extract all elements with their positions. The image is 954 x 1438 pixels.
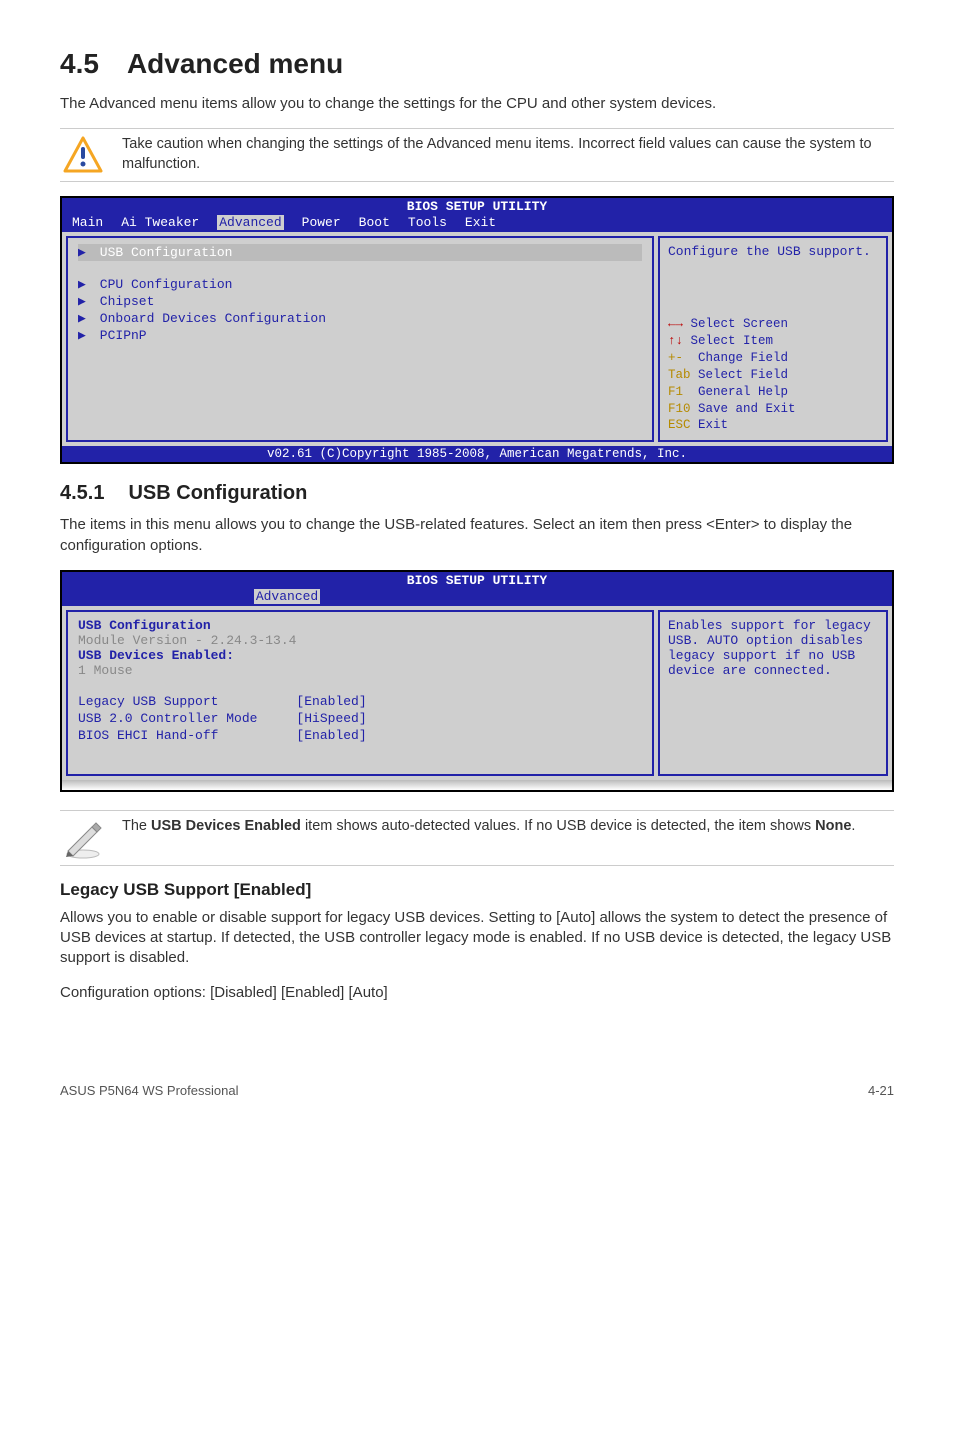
info-text-part: . — [851, 818, 855, 834]
bios-title: BIOS SETUP UTILITY — [62, 198, 892, 215]
option-description: Allows you to enable or disable support … — [60, 908, 894, 969]
bios-menu-item: Boot — [359, 215, 390, 230]
bios-screenshot-usb: BIOS SETUP UTILITY Advanced USB Configur… — [60, 570, 894, 792]
bios-devices-value: 1 Mouse — [78, 663, 642, 678]
caution-icon — [60, 135, 106, 175]
pencil-icon — [60, 817, 106, 859]
subsection-heading: 4.5.1 USB Configuration — [60, 482, 894, 505]
bios-menu-active: Advanced — [254, 589, 320, 604]
bios-setting-row: BIOS EHCI Hand-off [Enabled] — [78, 727, 642, 744]
bios-setting-row: Legacy USB Support [Enabled] — [78, 693, 642, 710]
bios-title: BIOS SETUP UTILITY — [62, 572, 892, 589]
bios-setting-row: USB 2.0 Controller Mode [HiSpeed] — [78, 710, 642, 727]
info-text-bold: USB Devices Enabled — [151, 818, 301, 834]
bios-key-legend: ←→ Select Screen↑↓ Select Item+- Change … — [668, 316, 878, 434]
bios-section-title: USB Configuration — [78, 618, 642, 633]
option-config: Configuration options: [Disabled] [Enabl… — [60, 983, 894, 1003]
footer-left: ASUS P5N64 WS Professional — [60, 1083, 238, 1098]
bios-left-panel: ▶ USB Configuration ▶ CPU Configuration▶… — [66, 236, 654, 442]
bios-menu-bar: Main Ai Tweaker Advanced Power Boot Tools Exit — [62, 215, 892, 232]
section-title: Advanced menu — [127, 48, 343, 79]
page-heading: 4.5 Advanced menu — [60, 48, 894, 80]
bios-right-panel: Enables support for legacy USB. AUTO opt… — [658, 610, 888, 776]
bios-key-row: +- Change Field — [668, 350, 878, 367]
bios-key-row: Tab Select Field — [668, 367, 878, 384]
bios-item: ▶ PCIPnP — [78, 327, 642, 344]
info-text-part: The — [122, 818, 151, 834]
bios-item: ▶ CPU Configuration — [78, 276, 642, 293]
bios-key-row: ↑↓ Select Item — [668, 333, 878, 350]
usbconf-paragraph: The items in this menu allows you to cha… — [60, 515, 894, 556]
subsection-title: USB Configuration — [128, 482, 307, 504]
info-box: The USB Devices Enabled item shows auto-… — [60, 810, 894, 866]
intro-paragraph: The Advanced menu items allow you to cha… — [60, 94, 894, 114]
page-footer: ASUS P5N64 WS Professional 4-21 — [60, 1083, 894, 1098]
bios-item: ▶ Chipset — [78, 293, 642, 310]
caution-text: Take caution when changing the settings … — [122, 135, 894, 174]
bios-module-version: Module Version - 2.24.3-13.4 — [78, 633, 642, 648]
bios-item: ▶ Onboard Devices Configuration — [78, 310, 642, 327]
bios-key-row: ←→ Select Screen — [668, 316, 878, 333]
bios-menu-item: Tools — [408, 215, 447, 230]
bios-screenshot-advanced: BIOS SETUP UTILITY Main Ai Tweaker Advance… — [60, 196, 894, 464]
bios-menu-item: Exit — [465, 215, 496, 230]
bios-right-panel: Configure the USB support. ←→ Select Scr… — [658, 236, 888, 442]
section-number: 4.5 — [60, 48, 99, 79]
bios-bottom-fade — [62, 780, 892, 790]
info-text-bold: None — [815, 818, 851, 834]
bios-key-row: F10 Save and Exit — [668, 401, 878, 418]
bios-menu-item: Main — [72, 215, 103, 230]
bios-menu-item: Advanced — [217, 215, 283, 230]
bios-key-row: F1 General Help — [668, 384, 878, 401]
info-text: The USB Devices Enabled item shows auto-… — [122, 817, 855, 837]
option-heading: Legacy USB Support [Enabled] — [60, 880, 894, 900]
caution-box: Take caution when changing the settings … — [60, 128, 894, 182]
bios-menu-bar: Advanced — [62, 589, 892, 606]
footer-right: 4-21 — [868, 1083, 894, 1098]
info-text-part: item shows auto-detected values. If no U… — [301, 818, 815, 834]
bios-help-text: Enables support for legacy USB. AUTO opt… — [668, 618, 878, 678]
bios-menu-item: Power — [302, 215, 341, 230]
bios-help-text: Configure the USB support. — [668, 244, 878, 259]
bios-key-row: ESC Exit — [668, 417, 878, 434]
bios-menu-item: Ai Tweaker — [121, 215, 199, 230]
bios-item: ▶ USB Configuration — [78, 244, 642, 261]
bios-footer: v02.61 (C)Copyright 1985-2008, American … — [62, 446, 892, 462]
subsection-number: 4.5.1 — [60, 482, 104, 504]
bios-devices-label: USB Devices Enabled: — [78, 648, 642, 663]
bios-left-panel: USB ConfigurationModule Version - 2.24.3… — [66, 610, 654, 776]
